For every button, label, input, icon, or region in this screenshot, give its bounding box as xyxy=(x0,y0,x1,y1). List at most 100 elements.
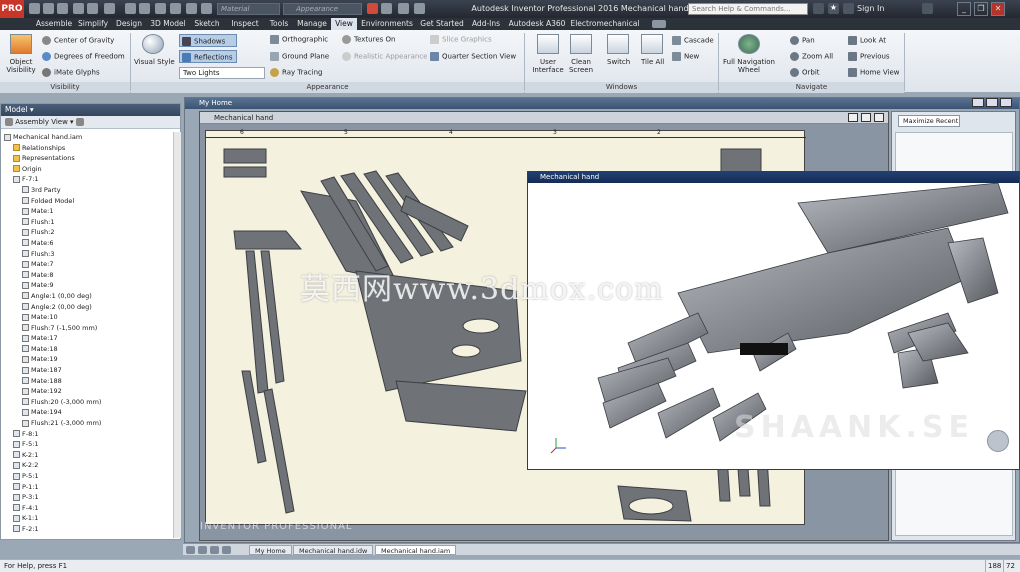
doc-tab-my-home[interactable]: My Home xyxy=(249,545,292,555)
tile-horizontal-icon[interactable] xyxy=(186,546,195,554)
tree-item[interactable]: K-2:1 xyxy=(1,450,171,461)
user-interface-icon[interactable] xyxy=(537,34,559,54)
textures-on-button[interactable]: Textures On xyxy=(342,35,395,44)
tab-assemble[interactable]: Assemble xyxy=(34,18,74,30)
switch-label[interactable]: Switch xyxy=(607,58,630,66)
tree-item[interactable]: F-8:1 xyxy=(1,429,171,440)
orbit-button[interactable]: Orbit xyxy=(790,68,820,77)
cascade-button[interactable]: Cascade xyxy=(672,36,714,45)
user-interface-label[interactable]: User Interface xyxy=(531,58,565,74)
star-icon[interactable]: ★ xyxy=(828,3,839,14)
view-cube-icon[interactable] xyxy=(987,430,1009,452)
tab-manage[interactable]: Manage xyxy=(295,18,329,30)
app-menu-button[interactable]: PRO xyxy=(0,0,24,18)
tree-item[interactable]: P-3:1 xyxy=(1,492,171,503)
color-icon[interactable] xyxy=(201,3,212,14)
cascade-tabs-icon[interactable] xyxy=(210,546,219,554)
drawing-close-button[interactable] xyxy=(874,113,884,122)
degrees-of-freedom-button[interactable]: Degrees of Freedom xyxy=(42,52,125,61)
tree-item[interactable]: Mate:192 xyxy=(1,386,171,397)
tree-item[interactable]: Representations xyxy=(1,153,171,164)
open-icon[interactable] xyxy=(43,3,54,14)
look-at-button[interactable]: Look At xyxy=(848,36,886,45)
tree-item[interactable]: Flush:3 xyxy=(1,249,171,260)
imate-glyphs-button[interactable]: iMate Glyphs xyxy=(42,68,100,77)
tree-item[interactable]: Mate:187 xyxy=(1,365,171,376)
switch-icon[interactable] xyxy=(607,34,629,54)
tab-simplify[interactable]: Simplify xyxy=(75,18,111,30)
home-icon[interactable] xyxy=(104,3,115,14)
my-home-maximize-button[interactable] xyxy=(986,98,998,107)
tab-electromechanical[interactable]: Electromechanical xyxy=(570,18,640,30)
shadows-button[interactable]: Shadows xyxy=(179,34,237,47)
tree-item[interactable]: Mate:19 xyxy=(1,354,171,365)
close-button[interactable]: ✕ xyxy=(991,2,1005,16)
tree-item[interactable]: 3rd Party xyxy=(1,185,171,196)
ray-tracing-button[interactable]: Ray Tracing xyxy=(270,68,322,77)
find-icon[interactable] xyxy=(75,118,84,126)
tree-item[interactable]: F-5:1 xyxy=(1,439,171,450)
reflections-button[interactable]: Reflections xyxy=(179,50,237,63)
select-icon[interactable] xyxy=(155,3,166,14)
update-icon[interactable] xyxy=(139,3,150,14)
lighting-dropdown[interactable]: Two Lights xyxy=(179,67,265,79)
tree-item[interactable]: Folded Model xyxy=(1,196,171,207)
help-search-input[interactable]: Search Help & Commands... xyxy=(688,3,808,15)
tree-item[interactable]: Mate:8 xyxy=(1,270,171,281)
tree-item[interactable]: Mate:17 xyxy=(1,333,171,344)
tree-item[interactable]: F-7:1 xyxy=(1,174,171,185)
my-home-minimize-button[interactable] xyxy=(972,98,984,107)
tree-item[interactable]: Mate:1 xyxy=(1,206,171,217)
tree-item[interactable]: Flush:7 (-1,500 mm) xyxy=(1,323,171,334)
tree-item[interactable]: Origin xyxy=(1,164,171,175)
browser-title[interactable]: Model xyxy=(5,105,28,114)
user-icon[interactable] xyxy=(843,3,854,14)
my-home-close-button[interactable] xyxy=(1000,98,1012,107)
tab-view[interactable]: View xyxy=(331,18,357,30)
tab-tools[interactable]: Tools xyxy=(265,18,293,30)
tile-all-label[interactable]: Tile All xyxy=(641,58,664,66)
ground-plane-button[interactable]: Ground Plane xyxy=(270,52,329,61)
tree-item[interactable]: Mate:6 xyxy=(1,238,171,249)
tree-item[interactable]: F-4:1 xyxy=(1,503,171,514)
help-icon[interactable] xyxy=(922,3,933,14)
tab-sketch[interactable]: Sketch xyxy=(190,18,224,30)
object-visibility-icon[interactable] xyxy=(10,34,32,54)
measure-icon[interactable] xyxy=(170,3,181,14)
clean-screen-label[interactable]: Clean Screen xyxy=(566,58,596,74)
browser-scrollbar[interactable] xyxy=(173,132,181,538)
new-icon[interactable] xyxy=(29,3,40,14)
tree-item[interactable]: Mate:194 xyxy=(1,407,171,418)
return-icon[interactable] xyxy=(125,3,136,14)
tree-item[interactable]: Mate:188 xyxy=(1,376,171,387)
save-icon[interactable] xyxy=(57,3,68,14)
filter-icon[interactable] xyxy=(5,118,13,126)
tab-inspect[interactable]: Inspect xyxy=(226,18,264,30)
doc-tab-iam[interactable]: Mechanical hand.iam xyxy=(375,545,457,555)
appearance-dropdown[interactable]: Appearance xyxy=(283,3,362,15)
fx-icon[interactable] xyxy=(398,3,409,14)
tab-autodesk-a360[interactable]: Autodesk A360 xyxy=(507,18,567,30)
orthographic-button[interactable]: Orthographic xyxy=(270,35,328,44)
tab-get-started[interactable]: Get Started xyxy=(418,18,466,30)
tree-item[interactable]: Mate:7 xyxy=(1,259,171,270)
tree-item[interactable]: Mate:18 xyxy=(1,344,171,355)
sign-in-link[interactable]: Sign In xyxy=(857,0,884,18)
tree-item[interactable]: Flush:21 (-3,000 mm) xyxy=(1,418,171,429)
tile-vertical-icon[interactable] xyxy=(198,546,207,554)
redo-icon[interactable] xyxy=(87,3,98,14)
tree-item[interactable]: Relationships xyxy=(1,143,171,154)
customize-icon[interactable] xyxy=(414,3,425,14)
tree-item[interactable]: F-2:1 xyxy=(1,524,171,535)
previous-view-button[interactable]: Previous xyxy=(848,52,890,61)
tab-3d-model[interactable]: 3D Model xyxy=(147,18,189,30)
adjust-icon[interactable] xyxy=(381,3,392,14)
tree-item[interactable]: K-2:2 xyxy=(1,460,171,471)
center-of-gravity-button[interactable]: Center of Gravity xyxy=(42,36,114,45)
tab-add-ins[interactable]: Add-Ins xyxy=(468,18,504,30)
minimize-button[interactable]: _ xyxy=(957,2,971,16)
material-dropdown[interactable]: Material xyxy=(217,3,280,15)
maximize-recent-button[interactable]: Maximize Recent xyxy=(898,115,960,127)
clear-appearance-icon[interactable] xyxy=(367,3,378,14)
clean-screen-icon[interactable] xyxy=(570,34,592,54)
